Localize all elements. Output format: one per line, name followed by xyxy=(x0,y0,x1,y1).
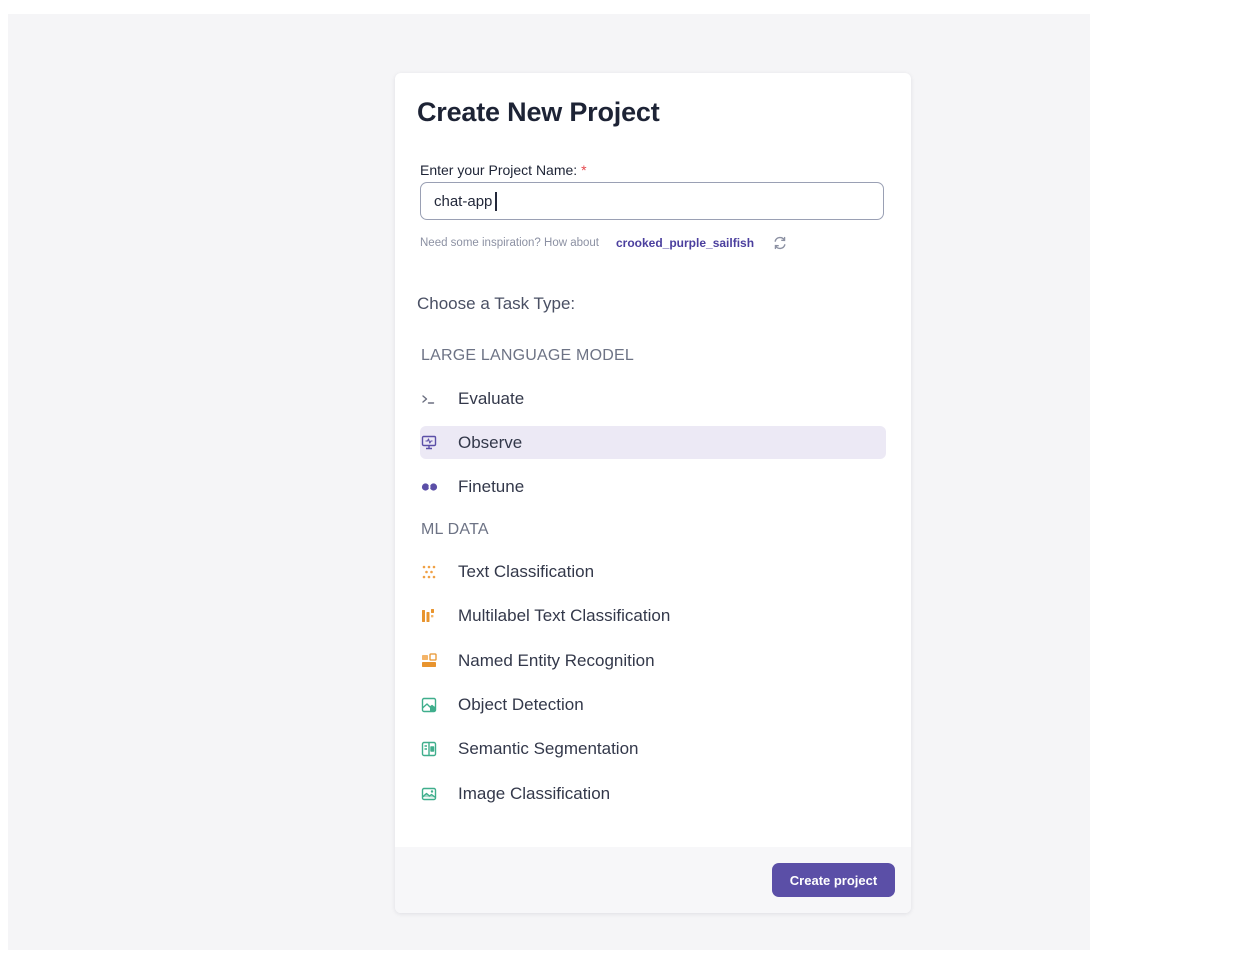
task-option-image-classification[interactable]: Image Classification xyxy=(420,777,886,810)
task-label: Semantic Segmentation xyxy=(458,738,639,758)
inspiration-row: Need some inspiration? How about crooked… xyxy=(420,235,788,251)
required-asterisk: * xyxy=(581,162,587,178)
project-name-value: chat-app xyxy=(434,192,493,210)
section-llm-title: LARGE LANGUAGE MODEL xyxy=(421,347,634,364)
suggested-name-link[interactable]: crooked_purple_sailfish xyxy=(616,236,754,250)
task-option-observe[interactable]: Observe xyxy=(420,426,886,459)
task-option-text-classification[interactable]: Text Classification xyxy=(420,555,886,588)
text-classification-icon xyxy=(420,563,438,581)
task-option-object-detection[interactable]: Object Detection xyxy=(420,688,886,721)
section-ml-title: ML DATA xyxy=(421,521,489,538)
task-option-multilabel-text-classification[interactable]: Multilabel Text Classification xyxy=(420,599,886,632)
finetune-icon xyxy=(420,478,438,496)
task-label: Finetune xyxy=(458,476,525,496)
image-classification-icon xyxy=(420,785,438,803)
project-name-input[interactable]: chat-app xyxy=(420,182,884,220)
task-option-named-entity-recognition[interactable]: Named Entity Recognition xyxy=(420,644,886,677)
task-label: Evaluate xyxy=(458,388,525,408)
task-label: Text Classification xyxy=(458,561,595,581)
create-project-button[interactable]: Create project xyxy=(772,863,895,897)
refresh-icon[interactable] xyxy=(772,235,788,251)
task-option-finetune[interactable]: Finetune xyxy=(420,470,886,503)
task-label: Named Entity Recognition xyxy=(458,650,655,670)
task-label: Image Classification xyxy=(458,783,611,803)
dialog-title: Create New Project xyxy=(417,97,660,127)
project-name-label-text: Enter your Project Name: xyxy=(420,162,578,178)
task-label: Object Detection xyxy=(458,694,584,714)
segmentation-icon xyxy=(420,740,438,758)
terminal-icon xyxy=(420,390,438,408)
task-label: Multilabel Text Classification xyxy=(458,605,671,625)
object-detection-icon xyxy=(420,696,438,714)
task-option-semantic-segmentation[interactable]: Semantic Segmentation xyxy=(420,732,886,765)
text-caret xyxy=(495,191,497,211)
ner-icon xyxy=(420,652,438,670)
project-name-label: Enter your Project Name: * xyxy=(420,162,587,178)
inspiration-text: Need some inspiration? How about xyxy=(420,237,599,249)
task-label: Observe xyxy=(458,432,523,452)
task-type-heading: Choose a Task Type: xyxy=(417,294,576,313)
create-project-dialog: Create New Project Enter your Project Na… xyxy=(395,73,911,913)
dialog-footer: Create project xyxy=(395,847,911,913)
task-option-evaluate[interactable]: Evaluate xyxy=(420,382,886,415)
monitor-icon xyxy=(420,434,438,452)
multilabel-icon xyxy=(420,607,438,625)
